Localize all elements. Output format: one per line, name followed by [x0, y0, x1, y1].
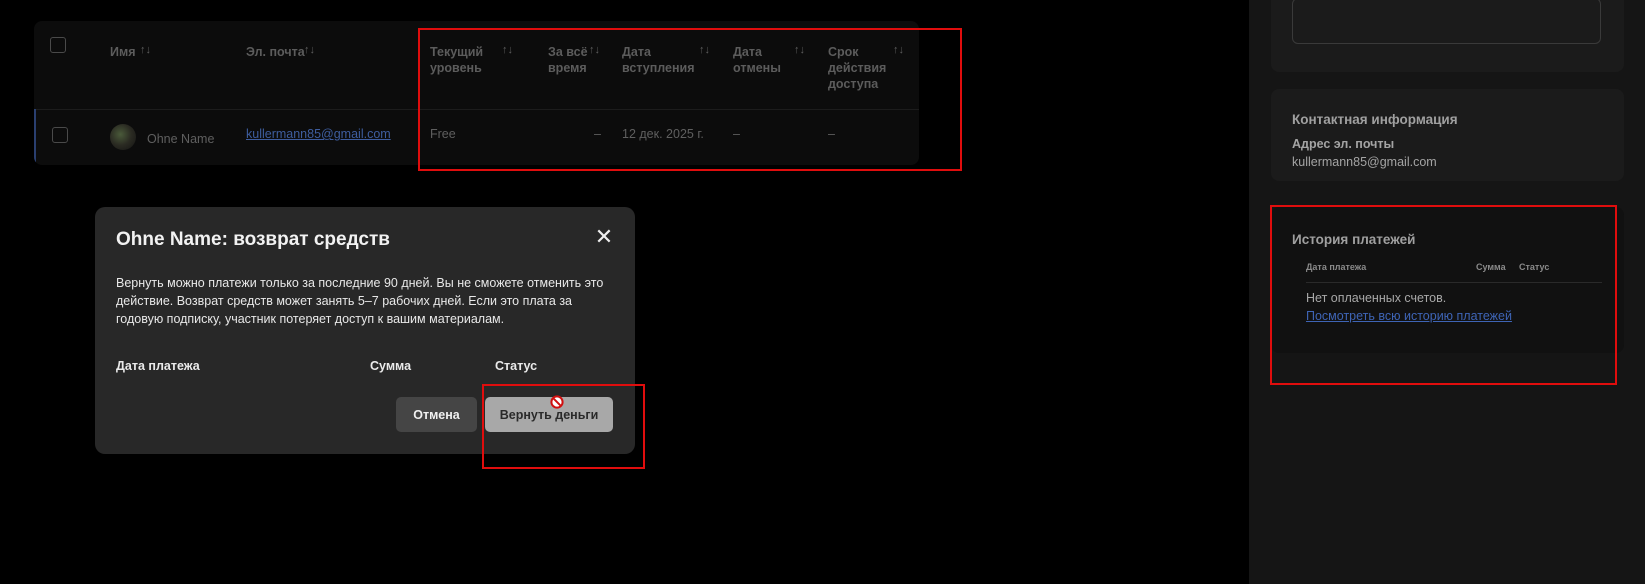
member-detail-panel: Контактная информация Адрес эл. почты ku… [1249, 0, 1645, 584]
contact-info-title: Контактная информация [1292, 112, 1458, 127]
member-name[interactable]: Ohne Name [147, 131, 214, 147]
notes-textarea[interactable] [1292, 0, 1601, 44]
col-header-tier[interactable]: Текущий уровень [430, 44, 483, 76]
history-col-date: Дата платежа [1306, 262, 1367, 272]
payment-history-title: История платежей [1292, 232, 1416, 247]
table-row[interactable]: Ohne Name kullermann85@gmail.com Free – … [34, 109, 919, 165]
sort-icon[interactable]: ↑↓ [304, 44, 315, 56]
sort-icon[interactable]: ↑↓ [699, 44, 710, 56]
member-canceled: – [733, 127, 740, 141]
col-header-access[interactable]: Срок действия доступа [828, 44, 886, 92]
notes-card [1271, 0, 1624, 72]
history-empty-text: Нет оплаченных счетов. [1306, 291, 1447, 305]
row-checkbox[interactable] [52, 127, 68, 143]
email-value: kullermann85@gmail.com [1292, 155, 1437, 169]
dialog-col-status: Статус [495, 359, 538, 373]
sort-icon[interactable]: ↑↓ [794, 44, 805, 56]
col-header-joined[interactable]: Дата вступления [622, 44, 695, 76]
select-all-checkbox[interactable] [50, 37, 66, 53]
dialog-title: Ohne Name: возврат средств [116, 229, 390, 250]
members-table: Имя ↑↓ Эл. почта ↑↓ Текущий уровень ↑↓ З… [34, 21, 919, 165]
sort-icon[interactable]: ↑↓ [589, 44, 600, 56]
avatar [110, 124, 136, 150]
member-alltime: – [594, 127, 601, 141]
payment-history-card: История платежей Дата платежа Сумма Стат… [1271, 207, 1624, 353]
member-tier: Free [430, 127, 456, 141]
history-divider [1306, 282, 1602, 283]
sort-icon[interactable]: ↑↓ [502, 44, 513, 56]
view-payment-history-link[interactable]: Посмотреть всю историю платежей [1306, 309, 1512, 323]
member-email-link[interactable]: kullermann85@gmail.com [246, 126, 391, 142]
col-header-canceled[interactable]: Дата отмены [733, 44, 781, 76]
col-header-alltime[interactable]: За всё время [548, 44, 588, 76]
sort-icon[interactable]: ↑↓ [893, 44, 904, 56]
sort-icon[interactable]: ↑↓ [140, 44, 151, 56]
refund-button[interactable]: Вернуть деньги [485, 397, 613, 432]
cancel-button[interactable]: Отмена [396, 397, 477, 432]
email-label: Адрес эл. почты [1292, 137, 1395, 151]
dialog-col-amount: Сумма [370, 359, 412, 373]
col-header-email[interactable]: Эл. почта [246, 44, 305, 60]
table-header-row: Имя ↑↓ Эл. почта ↑↓ Текущий уровень ↑↓ З… [34, 21, 919, 110]
dialog-col-date: Дата платежа [116, 359, 200, 373]
member-access: – [828, 127, 835, 141]
history-col-amount: Сумма [1476, 262, 1506, 272]
refund-dialog: Ohne Name: возврат средств ✕ Вернуть мож… [95, 207, 635, 454]
col-header-name[interactable]: Имя [110, 44, 136, 60]
not-allowed-icon [550, 395, 564, 409]
close-icon[interactable]: ✕ [592, 225, 616, 249]
history-col-status: Статус [1519, 262, 1550, 272]
member-joined: 12 дек. 2025 г. [622, 127, 704, 141]
dialog-description: Вернуть можно платежи только за последни… [116, 276, 604, 326]
contact-info-card: Контактная информация Адрес эл. почты ku… [1271, 89, 1624, 181]
